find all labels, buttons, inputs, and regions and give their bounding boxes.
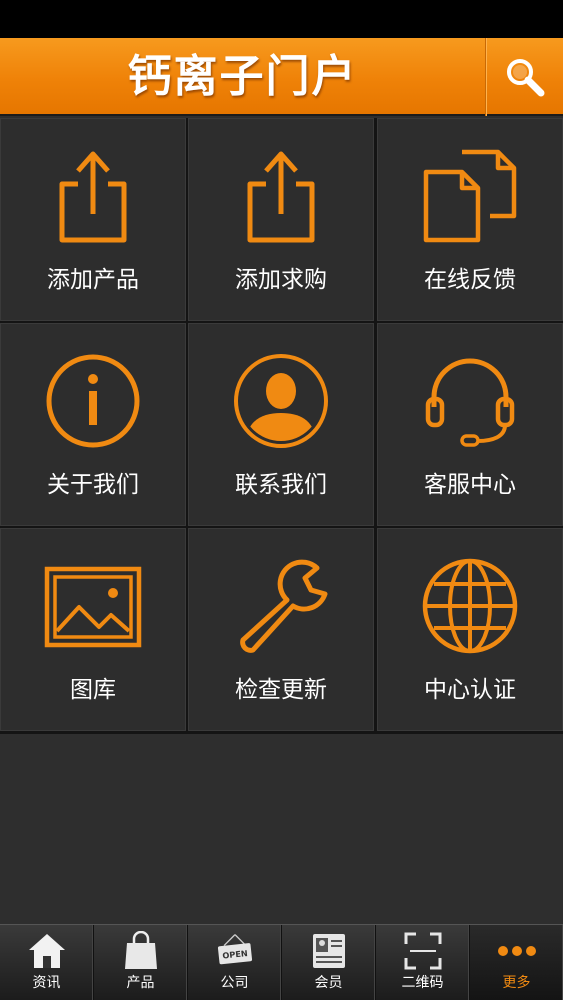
qr-scan-icon	[403, 931, 443, 971]
globe-icon	[420, 556, 520, 656]
grid-item-label: 添加产品	[47, 267, 139, 293]
grid-item-certification[interactable]: 中心认证	[377, 528, 563, 731]
grid-item-about-us[interactable]: 关于我们	[0, 323, 186, 526]
open-sign-icon: OPEN	[215, 931, 255, 971]
tab-member[interactable]: 会员	[282, 925, 376, 1000]
wrench-icon	[231, 556, 331, 656]
share-upload-icon	[231, 146, 331, 246]
grid-item-label: 图库	[70, 677, 116, 703]
grid-item-label: 联系我们	[235, 472, 327, 498]
person-icon	[231, 351, 331, 451]
status-bar	[0, 0, 563, 38]
tab-label: 资讯	[32, 975, 61, 991]
menu-grid: 添加产品 添加求购 在线反馈 关于我们 联系我们 客服中心 图库 检查更新 中心…	[0, 118, 563, 734]
tab-company[interactable]: OPEN 公司	[188, 925, 282, 1000]
member-card-icon	[309, 931, 349, 971]
app-title: 钙离子门户	[127, 51, 358, 102]
grid-item-gallery[interactable]: 图库	[0, 528, 186, 731]
tab-qr-code[interactable]: 二维码	[376, 925, 470, 1000]
grid-item-label: 关于我们	[47, 472, 139, 498]
home-icon	[27, 931, 67, 971]
grid-item-add-product[interactable]: 添加产品	[0, 118, 186, 321]
tab-more[interactable]: 更多	[470, 925, 563, 1000]
tab-products[interactable]: 产品	[94, 925, 188, 1000]
search-button[interactable]	[485, 38, 563, 116]
grid-item-add-purchase[interactable]: 添加求购	[188, 118, 374, 321]
picture-icon	[43, 556, 143, 656]
documents-icon	[420, 146, 520, 246]
grid-item-check-update[interactable]: 检查更新	[188, 528, 374, 731]
tab-label: 会员	[314, 975, 343, 991]
app-screen: 钙离子门户 添加产品 添加求购 在线反馈 关于我们 联系我们 客服中心 图库 检…	[0, 0, 563, 1000]
share-upload-icon	[43, 146, 143, 246]
grid-item-contact-us[interactable]: 联系我们	[188, 323, 374, 526]
grid-item-label: 中心认证	[424, 677, 516, 703]
grid-item-label: 添加求购	[235, 267, 327, 293]
grid-item-label: 客服中心	[424, 472, 516, 498]
shopping-bag-icon	[121, 931, 161, 971]
tab-label: 公司	[220, 975, 249, 991]
bottom-tab-bar: 资讯 产品 OPEN 公司 会员 二维码 更多	[0, 924, 563, 1000]
tab-label: 产品	[126, 975, 155, 991]
more-dots-icon	[497, 931, 537, 971]
tab-label: 二维码	[401, 975, 444, 991]
tab-label: 更多	[502, 975, 531, 991]
grid-item-label: 在线反馈	[424, 267, 516, 293]
grid-item-label: 检查更新	[235, 677, 327, 703]
app-header: 钙离子门户	[0, 38, 563, 116]
search-icon	[506, 59, 544, 97]
grid-item-feedback[interactable]: 在线反馈	[377, 118, 563, 321]
headset-icon	[420, 351, 520, 451]
info-icon	[43, 351, 143, 451]
tab-news[interactable]: 资讯	[0, 925, 94, 1000]
grid-item-customer-service[interactable]: 客服中心	[377, 323, 563, 526]
